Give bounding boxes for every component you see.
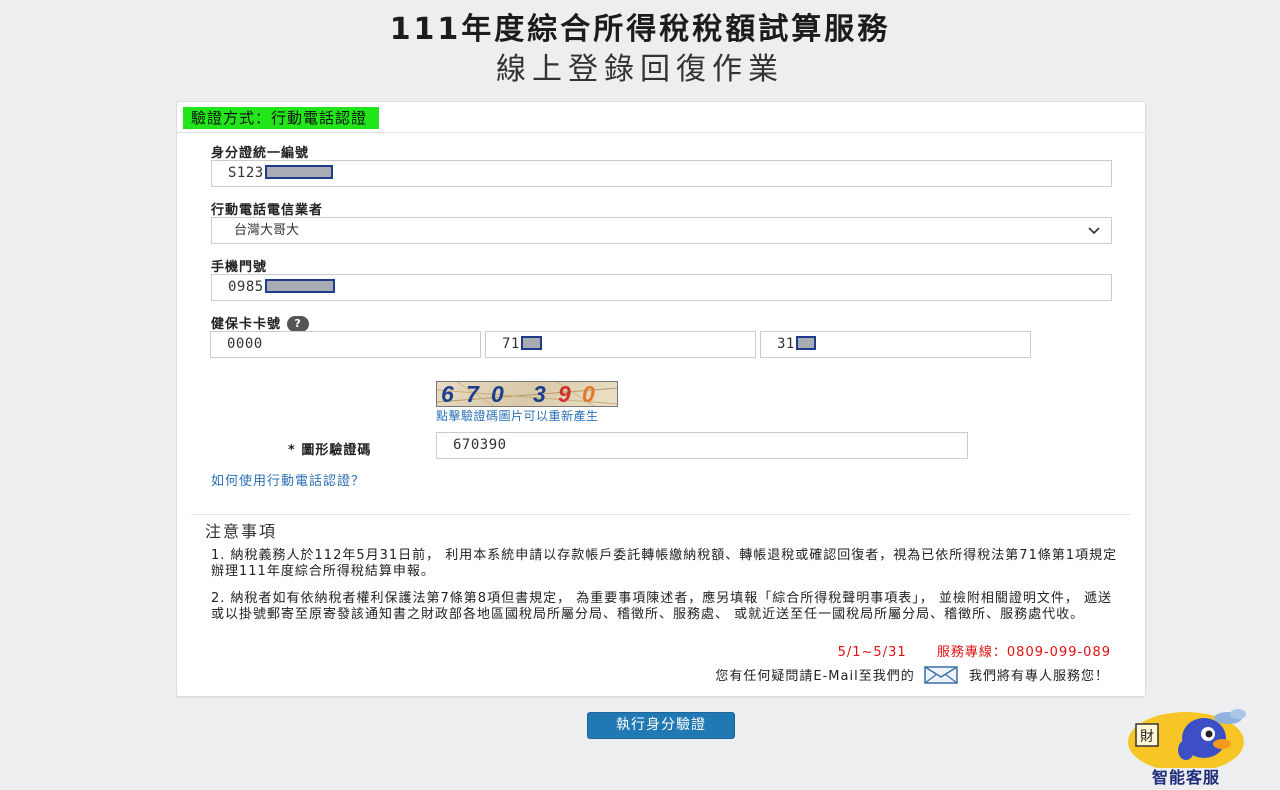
captcha-digit: 9: [558, 381, 571, 407]
page-subtitle: 線上登錄回復作業: [496, 52, 784, 87]
masked-value: [264, 278, 335, 293]
phone-field[interactable]: 0985: [211, 274, 1112, 301]
card-field-1[interactable]: 0000: [210, 331, 481, 358]
notice-title: 注意事項: [205, 522, 278, 541]
notice-item-2: 2. 納稅者如有依納稅者權利保護法第7條第8項但書規定， 為重要事項陳述者，應另…: [211, 591, 1112, 622]
card-part2-value: 71: [502, 336, 520, 352]
help-icon[interactable]: ?: [287, 315, 310, 332]
notice-item-1: 1. 納稅義務人於112年5月31日前， 利用本系統申請以存款帳戶委託轉帳繳納稅…: [211, 548, 1118, 579]
divider: [191, 514, 1131, 515]
captcha-input-value: 670390: [453, 437, 507, 453]
carrier-selected: 台灣大哥大: [234, 223, 300, 238]
captcha-digit: 7: [466, 381, 479, 407]
captcha-input[interactable]: 670390: [436, 432, 968, 459]
carrier-label: 行動電話電信業者: [211, 203, 324, 218]
service-period: 5/1~5/31: [837, 645, 907, 660]
contact-suffix: 我們將有專人服務您！: [968, 669, 1109, 684]
mail-icon[interactable]: [924, 666, 958, 684]
verification-method-badge: 驗證方式：行動電話認證: [183, 107, 380, 129]
verification-panel: 驗證方式：行動電話認證 身分證統一編號 S123 行動電話電信業者 台灣大哥大 …: [176, 101, 1146, 697]
captcha-digit: 3: [533, 381, 546, 407]
bot-mascot-icon: 財: [1128, 709, 1246, 768]
id-label: 身分證統一編號: [211, 146, 310, 161]
masked-value: [264, 164, 333, 179]
id-value: S123: [228, 165, 264, 181]
card-field-3[interactable]: 31: [760, 331, 1031, 358]
page-title: 111年度綜合所得稅稅額試算服務: [389, 12, 891, 47]
svg-text:財: 財: [1140, 729, 1154, 745]
captcha-digit: 0: [582, 381, 595, 407]
carrier-select[interactable]: 台灣大哥大: [211, 217, 1112, 244]
chevron-down-icon: [1087, 218, 1101, 252]
panel-header: 驗證方式：行動電話認證: [177, 102, 1145, 133]
service-line: 5/1~5/31 服務專線：0809-099-089: [838, 641, 1111, 660]
id-field[interactable]: S123: [211, 160, 1112, 187]
card-part1-value: 0000: [227, 336, 263, 352]
howto-link[interactable]: 如何使用行動電話認證？: [211, 470, 365, 489]
captcha-label: * 圖形驗證碼: [288, 443, 372, 458]
captcha-refresh-link[interactable]: 點擊驗證碼圖片可以重新產生: [436, 407, 599, 424]
smart-service-bot[interactable]: 財 智能客服: [1124, 706, 1254, 788]
bot-label: 智能客服: [1151, 768, 1220, 787]
masked-value: [795, 335, 816, 350]
verify-identity-button[interactable]: 執行身分驗證: [587, 712, 735, 739]
phone-value: 0985: [228, 279, 264, 295]
masked-value: [520, 335, 542, 350]
card-part3-value: 31: [777, 336, 795, 352]
captcha-digit: 0: [491, 381, 504, 407]
contact-prefix: 您有任何疑問請E-Mail至我們的: [715, 669, 915, 684]
card-label: 健保卡卡號?: [211, 313, 310, 332]
card-label-text: 健保卡卡號: [211, 317, 282, 332]
captcha-image[interactable]: 6 7 0 3 9 0: [436, 381, 618, 407]
card-field-2[interactable]: 71: [485, 331, 756, 358]
phone-label: 手機門號: [211, 260, 268, 275]
service-hotline: 服務專線：0809-099-089: [936, 645, 1111, 660]
captcha-digit: 6: [441, 381, 454, 407]
contact-line: 您有任何疑問請E-Mail至我們的 我們將有專人服務您！: [715, 665, 1109, 684]
